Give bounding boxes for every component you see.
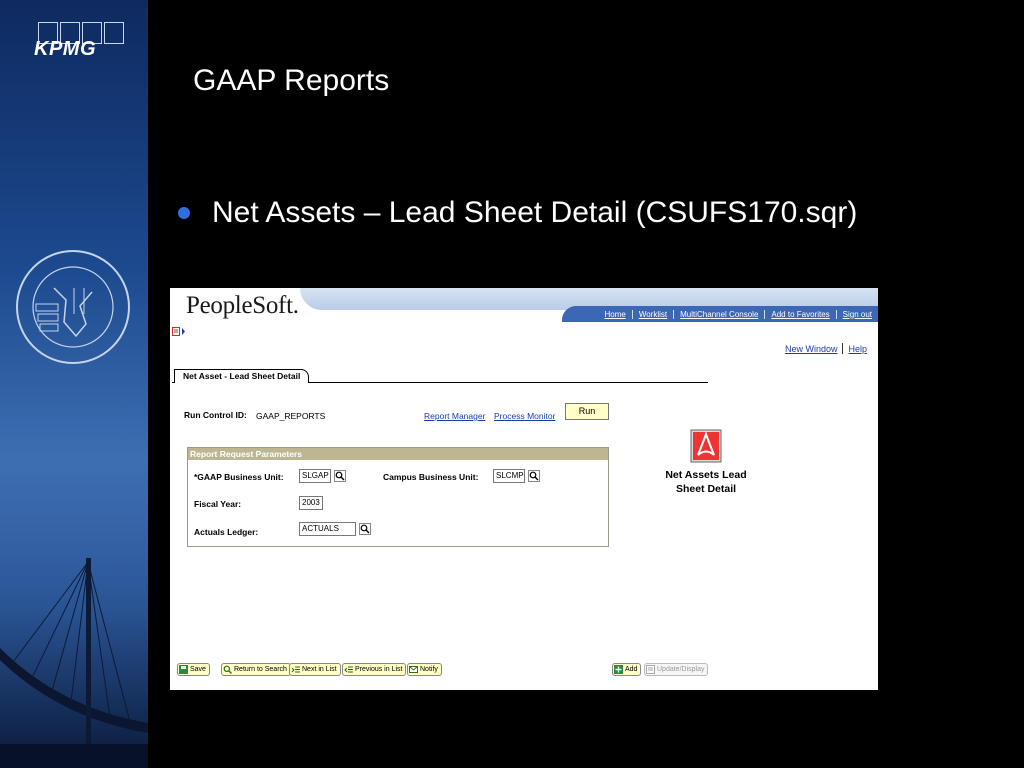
ps-top-links: New Window Help <box>780 343 872 354</box>
ps-link-multichannel-console[interactable]: MultiChannel Console <box>674 309 766 319</box>
report-request-parameters-group: Report Request Parameters *GAAP Business… <box>187 447 609 547</box>
campus-business-unit-label: Campus Business Unit: <box>383 472 479 482</box>
previous-list-icon <box>344 666 353 673</box>
previous-in-list-button[interactable]: Previous in List <box>342 663 407 676</box>
left-brand-panel: KPMG <box>0 0 148 768</box>
campus-business-unit-input[interactable]: SLCMP <box>493 469 525 483</box>
return-to-search-label: Return to Search <box>234 666 287 673</box>
update-display-icon <box>646 665 655 674</box>
notify-button[interactable]: Notify <box>407 663 442 676</box>
actuals-ledger-lookup-icon[interactable] <box>359 523 371 535</box>
run-control-value: GAAP_REPORTS <box>256 411 326 421</box>
pdf-report-icon[interactable] <box>688 428 724 464</box>
ps-link-sign-out[interactable]: Sign out <box>837 310 878 319</box>
update-display-label: Update/Display <box>657 666 705 673</box>
gaap-business-unit-label: *GAAP Business Unit: <box>194 472 284 482</box>
notify-label: Notify <box>420 666 438 673</box>
save-icon <box>179 665 188 674</box>
run-button[interactable]: Run <box>565 403 609 420</box>
fiscal-year-label: Fiscal Year: <box>194 499 242 509</box>
ps-header: PeopleSoft. Home Worklist MultiChannel C… <box>170 288 878 322</box>
actuals-ledger-label: Actuals Ledger: <box>194 527 259 537</box>
next-list-icon <box>291 666 300 673</box>
add-icon <box>614 665 623 674</box>
add-label: Add <box>625 666 638 673</box>
bullet-text: Net Assets – Lead Sheet Detail (CSUFS170… <box>212 196 858 229</box>
group-title: Report Request Parameters <box>188 448 608 460</box>
save-label: Save <box>190 666 206 673</box>
ps-link-add-to-favorites[interactable]: Add to Favorites <box>765 309 837 319</box>
campus-bu-lookup-icon[interactable] <box>528 470 540 482</box>
ps-link-worklist[interactable]: Worklist <box>633 309 675 319</box>
csu-seal-icon <box>16 250 130 364</box>
peoplesoft-screenshot: PeopleSoft. Home Worklist MultiChannel C… <box>170 288 878 690</box>
actuals-ledger-input[interactable]: ACTUALS <box>299 522 356 536</box>
return-to-search-button[interactable]: Return to Search <box>221 663 291 676</box>
bridge-photo <box>0 558 148 768</box>
report-manager-link[interactable]: Report Manager <box>424 411 485 421</box>
new-window-link[interactable]: New Window <box>780 344 843 354</box>
update-display-button[interactable]: Update/Display <box>644 663 709 676</box>
report-caption-line2: Sheet Detail <box>675 483 737 495</box>
report-caption-line1: Net Assets Lead <box>665 469 747 481</box>
process-monitor-link[interactable]: Process Monitor <box>494 411 555 421</box>
bullet-icon <box>178 207 190 219</box>
add-button[interactable]: Add <box>612 663 642 676</box>
next-in-list-label: Next in List <box>302 666 337 673</box>
next-in-list-button[interactable]: Next in List <box>289 663 341 676</box>
bullet-item: Net Assets – Lead Sheet Detail (CSUFS170… <box>178 196 857 230</box>
previous-in-list-label: Previous in List <box>355 666 403 673</box>
slide-title: GAAP Reports <box>193 64 390 97</box>
kpmg-logo: KPMG <box>22 22 124 62</box>
gaap-business-unit-input[interactable]: SLGAP <box>299 469 331 483</box>
tab-net-asset-lead-sheet-detail[interactable]: Net Asset - Lead Sheet Detail <box>174 369 310 383</box>
gaap-bu-lookup-icon[interactable] <box>334 470 346 482</box>
menu-toggle-icon[interactable] <box>172 327 186 336</box>
peoplesoft-logo: PeopleSoft. <box>186 292 299 319</box>
search-icon <box>223 665 232 674</box>
help-link[interactable]: Help <box>843 344 872 354</box>
ps-link-home[interactable]: Home <box>598 309 633 319</box>
notify-icon <box>409 666 418 673</box>
run-control-label: Run Control ID: <box>184 410 247 420</box>
report-caption[interactable]: Net Assets Lead Sheet Detail <box>640 468 772 496</box>
kpmg-logo-text: KPMG <box>34 38 96 60</box>
ps-header-links: Home Worklist MultiChannel Console Add t… <box>562 306 878 322</box>
fiscal-year-input[interactable]: 2003 <box>299 496 323 510</box>
save-button[interactable]: Save <box>177 663 210 676</box>
